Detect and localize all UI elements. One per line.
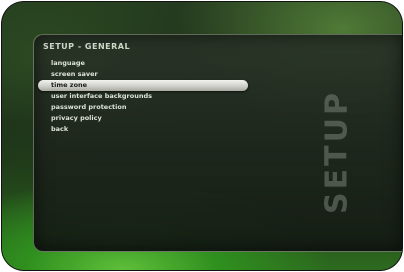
menu-item-language[interactable]: language [38,58,248,69]
tv-frame: SETUP - GENERAL language screen saver ti… [2,2,402,270]
menu-item-user-interface-backgrounds[interactable]: user interface backgrounds [38,91,248,102]
menu-item-privacy-policy[interactable]: privacy policy [38,113,248,124]
menu-item-password-protection[interactable]: password protection [38,102,248,113]
menu-item-screen-saver[interactable]: screen saver [38,69,248,80]
setup-menu: language screen saver time zone user int… [38,58,248,135]
menu-item-time-zone[interactable]: time zone [38,80,248,91]
menu-item-back[interactable]: back [38,124,248,135]
section-title: SETUP - GENERAL [43,42,131,51]
setup-side-label: SETUP [319,90,355,214]
